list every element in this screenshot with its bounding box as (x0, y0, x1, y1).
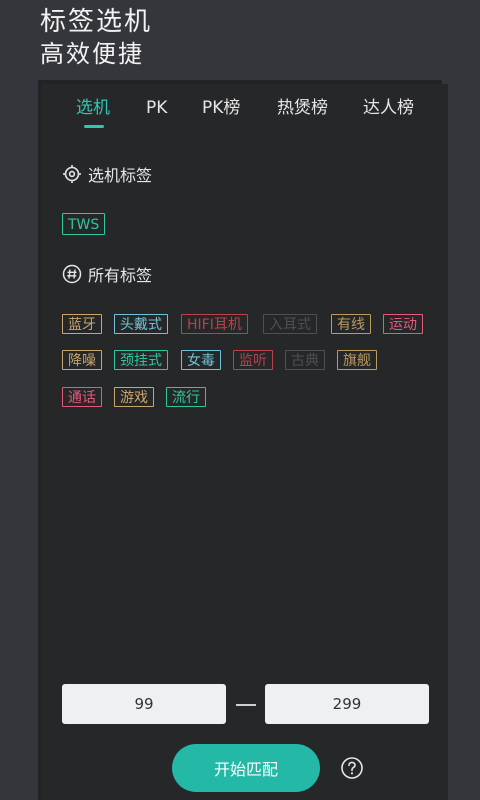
help-icon[interactable] (340, 756, 364, 780)
page-subtitle: 高效便捷 (40, 40, 144, 68)
all-tags-heading: 所有标签 (62, 262, 152, 286)
price-max-input[interactable] (265, 684, 429, 724)
tag-bluetooth[interactable]: 蓝牙 (62, 314, 102, 334)
tag-monitor[interactable]: 监听 (233, 350, 273, 370)
tag-call[interactable]: 通话 (62, 387, 102, 407)
tab-select[interactable]: 选机 (76, 94, 110, 122)
tag-wired[interactable]: 有线 (331, 314, 371, 334)
range-separator (236, 704, 256, 706)
selector-card: 选机 PK PK榜 热煲榜 达人榜 选机标签 TWS 所有标签 蓝牙 头戴式 H… (42, 84, 448, 800)
tag-headband[interactable]: 头戴式 (114, 314, 168, 334)
tag-hifi[interactable]: HIFI耳机 (181, 314, 248, 334)
tag-classical[interactable]: 古典 (285, 350, 325, 370)
target-icon (62, 164, 82, 184)
start-match-button[interactable]: 开始匹配 (172, 744, 320, 792)
tag-gaming[interactable]: 游戏 (114, 387, 154, 407)
page-title: 标签选机 (40, 7, 153, 37)
app-screen: 标签选机 高效便捷 选机 PK PK榜 热煲榜 达人榜 选机标签 TWS 所有标… (0, 0, 480, 800)
tag-sport[interactable]: 运动 (383, 314, 423, 334)
tab-pk[interactable]: PK (146, 94, 167, 122)
selected-tag-tws[interactable]: TWS (62, 213, 106, 235)
tab-pk-rank[interactable]: PK榜 (202, 94, 240, 122)
tab-active-indicator (84, 125, 104, 128)
all-tags-title: 所有标签 (88, 266, 153, 285)
tag-flagship[interactable]: 旗舰 (337, 350, 377, 370)
tab-bar: 选机 PK PK榜 热煲榜 达人榜 (42, 94, 448, 134)
hash-icon (62, 264, 82, 284)
tag-pop[interactable]: 流行 (166, 387, 206, 407)
tag-noise-cancel[interactable]: 降噪 (62, 350, 102, 370)
price-min-input[interactable] (62, 684, 226, 724)
selected-tags-heading: 选机标签 (62, 162, 152, 186)
tab-hot-rank[interactable]: 热煲榜 (277, 94, 328, 122)
tag-neckband[interactable]: 颈挂式 (114, 350, 168, 370)
tag-female-voice[interactable]: 女毒 (181, 350, 221, 370)
selected-tags-title: 选机标签 (88, 166, 153, 185)
tag-in-ear[interactable]: 入耳式 (263, 314, 317, 334)
tab-expert-rank[interactable]: 达人榜 (363, 94, 414, 122)
